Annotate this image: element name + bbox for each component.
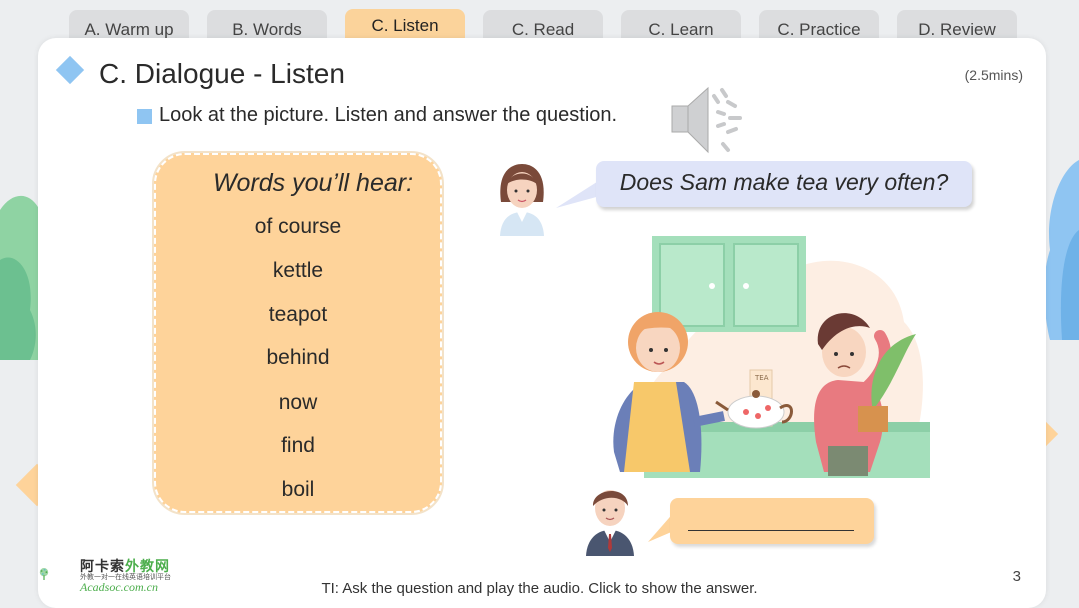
teacher-instruction-note: TI: Ask the question and play the audio.… — [321, 580, 758, 597]
page-title: C. Dialogue - Listen — [99, 58, 345, 89]
words-card-heading: Words you’ll hear: — [212, 169, 414, 197]
word-item: behind — [266, 346, 330, 369]
word-item: now — [278, 391, 318, 414]
word-item: teapot — [268, 303, 328, 326]
word-item: boil — [281, 478, 315, 501]
word-item: of course — [254, 215, 342, 238]
answer-bubble[interactable] — [670, 498, 874, 544]
word-item: find — [281, 434, 315, 457]
answer-blank-line — [688, 530, 854, 531]
teacher-avatar — [500, 164, 544, 236]
duration-label: (2.5mins) — [964, 67, 1023, 83]
bubble-tail-question — [556, 180, 600, 208]
instruction-text: Look at the picture. Listen and answer t… — [159, 104, 618, 126]
question-bubble: Does Sam make tea very often? — [596, 161, 972, 207]
tea-label: TEA — [754, 374, 769, 382]
instruction-bullet-icon — [137, 109, 152, 124]
question-text: Does Sam make tea very often? — [619, 169, 949, 195]
words-card: Words you’ll hear: of course kettle teap… — [152, 151, 444, 515]
page-number: 3 — [1012, 568, 1021, 585]
kitchen-illustration: TEA — [613, 236, 930, 478]
word-item: kettle — [272, 259, 324, 282]
student-avatar — [586, 490, 634, 556]
speaker-icon[interactable] — [668, 82, 750, 158]
